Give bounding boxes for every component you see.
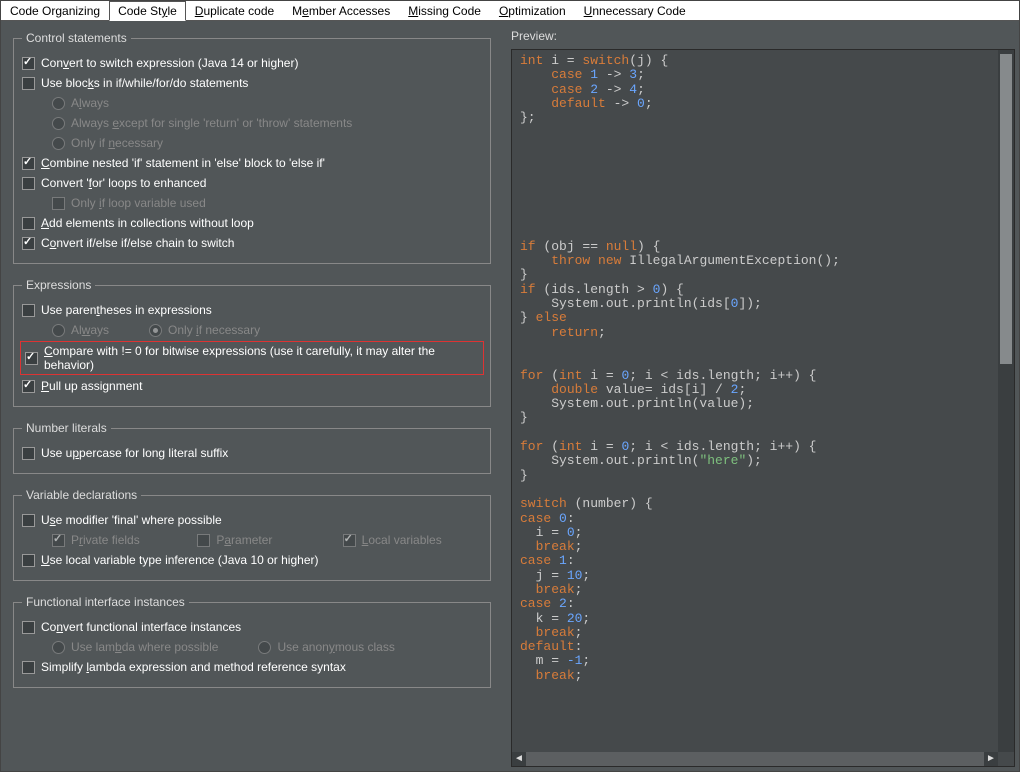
content-area: Control statements Convert to switch exp…	[1, 21, 1019, 771]
combine-nested-label[interactable]: Combine nested 'if' statement in 'else' …	[41, 156, 325, 170]
convert-fi-checkbox[interactable]	[22, 621, 35, 634]
group-number-literals: Number literals Use uppercase for long l…	[13, 421, 491, 474]
blocks-always-radio	[52, 97, 65, 110]
paren-only-label: Only if necessary	[168, 323, 260, 337]
tab-bar: Code OrganizingCode StyleDuplicate codeM…	[1, 1, 1019, 21]
scroll-right-icon[interactable]: ►	[984, 752, 998, 766]
private-fields-label: Private fields	[71, 533, 140, 547]
hscroll-track[interactable]	[526, 752, 984, 766]
preview-panel: Preview: int i = switch(j) { case 1 -> 3…	[503, 21, 1019, 771]
paren-always-label: Always	[71, 323, 109, 337]
compare-neq-label[interactable]: Compare with != 0 for bitwise expression…	[44, 344, 479, 372]
parameter-label: Parameter	[216, 533, 272, 547]
paren-always-radio	[52, 324, 65, 337]
simplify-lambda-label[interactable]: Simplify lambda expression and method re…	[41, 660, 346, 674]
use-var-label[interactable]: Use local variable type inference (Java …	[41, 553, 318, 567]
parameter-checkbox	[197, 534, 210, 547]
preview-label: Preview:	[511, 29, 1015, 43]
legend-expressions: Expressions	[22, 278, 95, 292]
simplify-lambda-checkbox[interactable]	[22, 661, 35, 674]
use-anon-label: Use anonymous class	[277, 640, 394, 654]
use-blocks-checkbox[interactable]	[22, 77, 35, 90]
use-upper-label[interactable]: Use uppercase for long literal suffix	[41, 446, 228, 460]
group-expressions: Expressions Use parentheses in expressio…	[13, 278, 491, 407]
convert-chain-checkbox[interactable]	[22, 237, 35, 250]
combine-nested-checkbox[interactable]	[22, 157, 35, 170]
use-var-checkbox[interactable]	[22, 554, 35, 567]
use-final-label[interactable]: Use modifier 'final' where possible	[41, 513, 222, 527]
tab-1[interactable]: Code Style	[109, 1, 186, 21]
tab-6[interactable]: Unnecessary Code	[575, 1, 695, 20]
tab-4[interactable]: Missing Code	[399, 1, 490, 20]
blocks-only-label: Only if necessary	[71, 136, 163, 150]
blocks-only-radio	[52, 137, 65, 150]
scroll-left-icon[interactable]: ◄	[512, 752, 526, 766]
convert-for-label[interactable]: Convert 'for' loops to enhanced	[41, 176, 206, 190]
local-variables-label: Local variables	[362, 533, 442, 547]
group-variable-declarations: Variable declarations Use modifier 'fina…	[13, 488, 491, 581]
legend-functional: Functional interface instances	[22, 595, 189, 609]
use-upper-checkbox[interactable]	[22, 447, 35, 460]
horizontal-scrollbar[interactable]: ◄ ►	[512, 752, 998, 766]
group-functional-interface: Functional interface instances Convert f…	[13, 595, 491, 688]
use-paren-label[interactable]: Use parentheses in expressions	[41, 303, 212, 317]
scroll-thumb[interactable]	[1000, 54, 1012, 364]
add-elements-label[interactable]: Add elements in collections without loop	[41, 216, 254, 230]
convert-switch-checkbox[interactable]	[22, 57, 35, 70]
options-panel: Control statements Convert to switch exp…	[1, 21, 503, 771]
use-final-checkbox[interactable]	[22, 514, 35, 527]
legend-control: Control statements	[22, 31, 131, 45]
private-fields-checkbox	[52, 534, 65, 547]
use-lambda-radio	[52, 641, 65, 654]
pull-up-checkbox[interactable]	[22, 380, 35, 393]
use-lambda-label: Use lambda where possible	[71, 640, 218, 654]
use-paren-checkbox[interactable]	[22, 304, 35, 317]
only-if-loop-label: Only if loop variable used	[71, 196, 206, 210]
add-elements-checkbox[interactable]	[22, 217, 35, 230]
compare-neq-checkbox[interactable]	[25, 352, 38, 365]
legend-number: Number literals	[22, 421, 111, 435]
convert-fi-label[interactable]: Convert functional interface instances	[41, 620, 241, 634]
convert-switch-label[interactable]: Convert to switch expression (Java 14 or…	[41, 56, 298, 70]
paren-only-radio	[149, 324, 162, 337]
convert-chain-label[interactable]: Convert if/else if/else chain to switch	[41, 236, 234, 250]
group-control-statements: Control statements Convert to switch exp…	[13, 31, 491, 264]
use-blocks-label[interactable]: Use blocks in if/while/for/do statements	[41, 76, 248, 90]
legend-variable: Variable declarations	[22, 488, 141, 502]
preview-container: int i = switch(j) { case 1 -> 3; case 2 …	[511, 49, 1015, 767]
pull-up-label[interactable]: Pull up assignment	[41, 379, 142, 393]
convert-for-checkbox[interactable]	[22, 177, 35, 190]
tab-3[interactable]: Member Accesses	[283, 1, 399, 20]
tab-0[interactable]: Code Organizing	[1, 1, 109, 20]
tab-5[interactable]: Optimization	[490, 1, 575, 20]
blocks-except-label: Always except for single 'return' or 'th…	[71, 116, 352, 130]
only-if-loop-checkbox	[52, 197, 65, 210]
local-variables-checkbox	[343, 534, 356, 547]
tab-2[interactable]: Duplicate code	[186, 1, 283, 20]
preview-code[interactable]: int i = switch(j) { case 1 -> 3; case 2 …	[512, 50, 1014, 752]
blocks-except-radio	[52, 117, 65, 130]
use-anon-radio	[258, 641, 271, 654]
blocks-always-label: Always	[71, 96, 109, 110]
vertical-scrollbar[interactable]	[998, 50, 1014, 752]
